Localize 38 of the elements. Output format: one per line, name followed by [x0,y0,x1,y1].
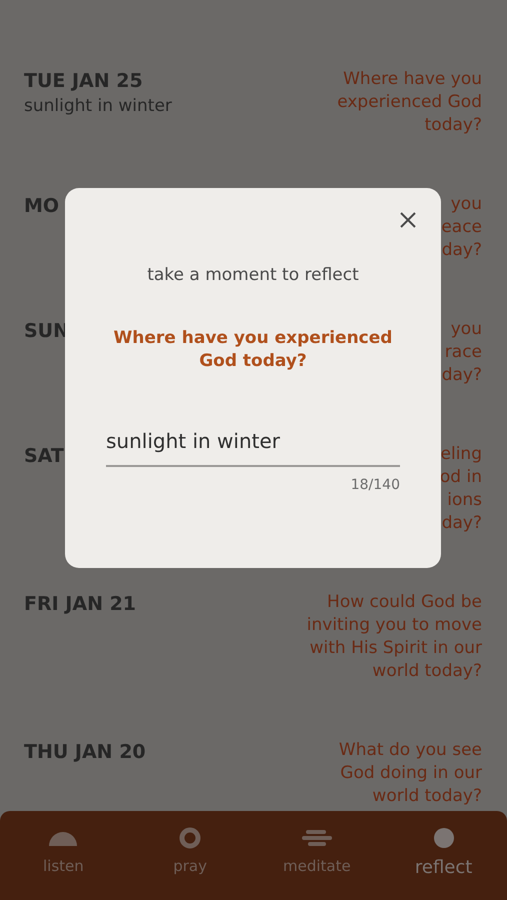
entry-date: SAT [24,444,64,469]
prompt-question: Where have you [343,68,482,91]
close-icon[interactable] [399,211,417,229]
prompt-question: God doing in our [340,762,482,785]
prompt-question: eling [440,443,482,466]
entry-date: MO [24,194,60,219]
tab[interactable]: pray [126,811,254,900]
prompt-question: you [450,318,482,341]
prompt-question: inviting you to move [306,614,482,637]
prompt-question: today? [424,114,482,137]
prompt-question: ions [447,489,482,512]
tab[interactable]: reflect [380,811,507,900]
prompt-question: race [444,341,482,364]
prompt-question: eace [441,216,482,239]
prompt-question: od in [440,466,482,489]
prompt-question: with His Spirit in our [310,637,482,660]
entry-date: FRI JAN 21 [24,592,136,617]
prompt-question: What do you see [338,739,482,762]
dot-icon [432,827,455,849]
prompt-question: How could God be [327,591,482,614]
prompt-question: you [450,193,482,216]
tab[interactable]: listen [0,811,127,900]
ring-icon [179,827,202,849]
prompt-question: day? [442,239,482,262]
entry-date: TUE JAN 25 [24,69,144,94]
character-counter: 18/140 [350,477,400,493]
prompt-question: day? [442,512,482,535]
prompt-question: experienced God [337,91,482,114]
entry-date: THU JAN 20 [24,740,146,765]
dialog-question: Where have you experienced God today? [112,327,394,373]
prompt-question: world today? [372,660,482,683]
prompt-question: world today? [372,785,482,808]
entry-note: sunlight in winter [24,96,172,116]
prompt-question: day? [442,364,482,387]
bars-icon [302,827,332,849]
tab[interactable]: meditate [254,811,380,900]
dialog-subtitle: take a moment to reflect [147,265,359,285]
answer-field[interactable]: sunlight in winter [106,423,400,467]
